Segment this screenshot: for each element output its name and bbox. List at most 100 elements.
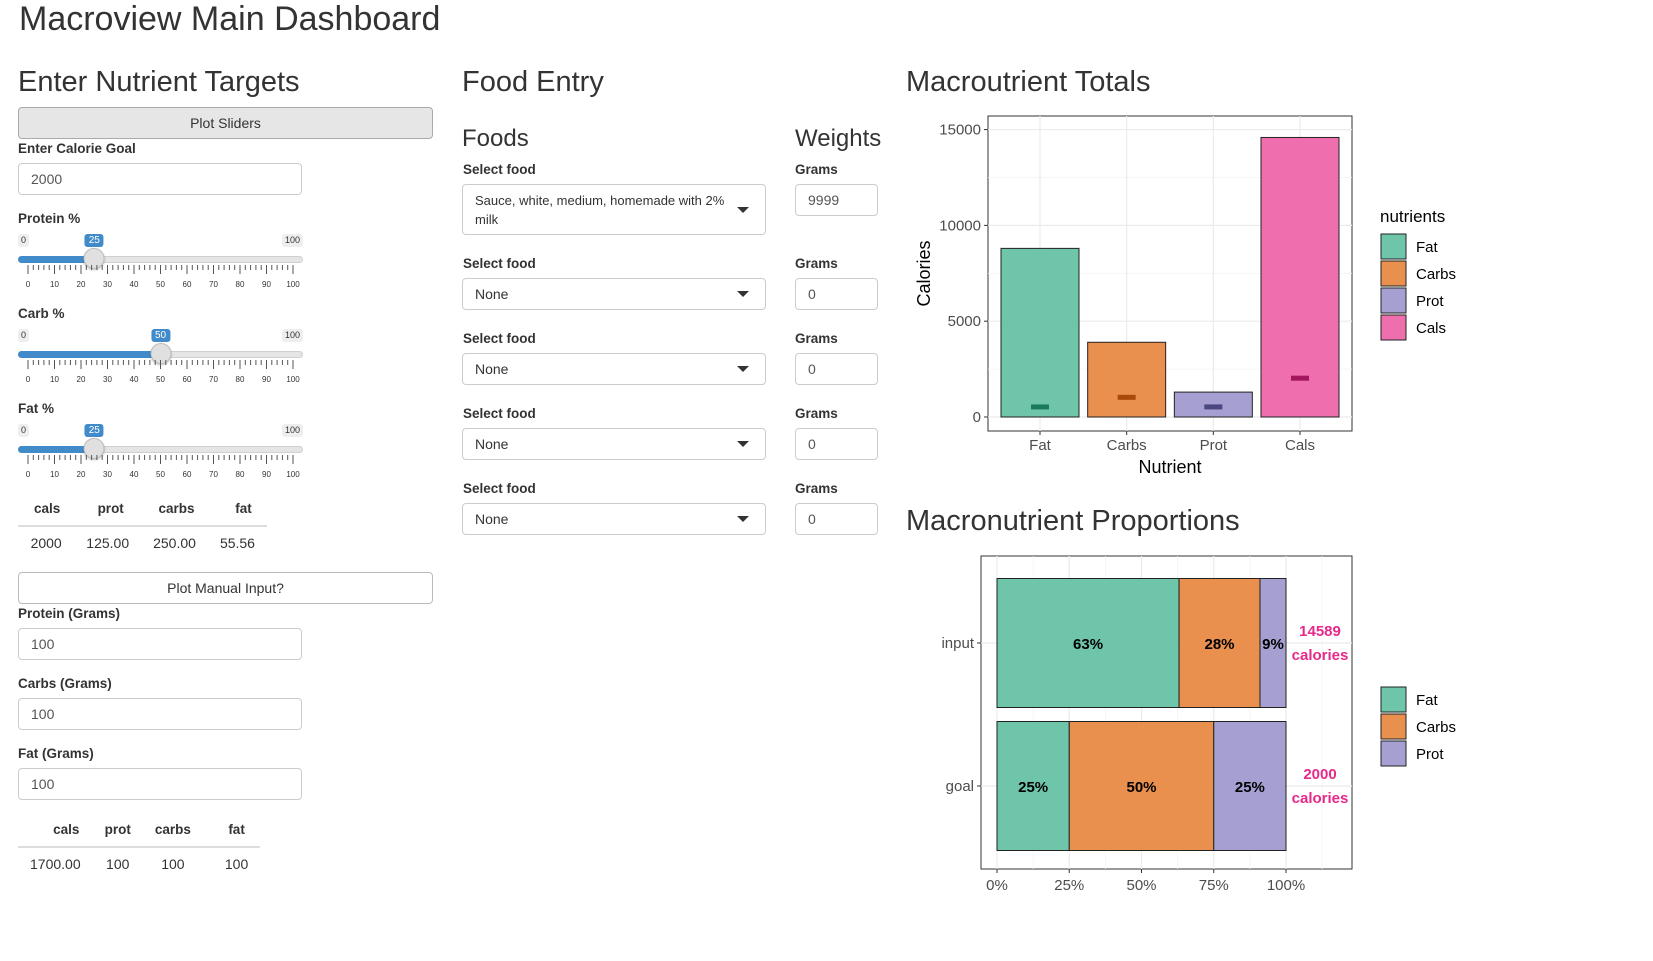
goal-marker [1117, 394, 1136, 400]
slider-value-badge: 50 [150, 329, 171, 342]
legend-label: Fat [1416, 692, 1439, 709]
select-food-label: Select food [463, 256, 536, 271]
food-select-5[interactable]: None [462, 503, 766, 535]
fat-grams-input[interactable]: 100 [18, 768, 302, 800]
manual-summary-table: cals prot carbs fat 1700.00 100 100 100 [18, 822, 261, 872]
carbs-grams-label: Carbs (Grams) [18, 676, 112, 691]
bar-cals [1260, 136, 1340, 418]
goal-marker [1291, 375, 1309, 381]
proportions-heading: Macronutrient Proportions [906, 505, 1240, 537]
carbs-grams-input[interactable]: 100 [18, 698, 302, 730]
slider-tick-label: 30 [103, 280, 112, 289]
slider-tick-label: 20 [76, 470, 86, 479]
chevron-down-icon [737, 516, 749, 522]
proportions-chart: 63% 28% 9% 14589 calories input 25% 50% 25% 2000 c… [941, 555, 1456, 894]
table-cell: 125.00 [86, 535, 130, 551]
x-tick-label: Prot [1200, 437, 1228, 454]
x-tick-label: 0% [986, 877, 1008, 894]
food-select-value: None [475, 436, 509, 452]
slider-value-badge: 25 [84, 424, 104, 437]
slider-tick-label: 70 [209, 280, 218, 289]
grams-label: Grams [795, 162, 838, 177]
calorie-label: 2000 [1303, 766, 1336, 783]
food-select-value: Sauce, white, medium, homemade with 2% m… [475, 192, 725, 227]
segment-label: 63% [1073, 636, 1103, 653]
slider-max-label: 100 [281, 234, 303, 247]
food-select-value: None [475, 286, 509, 302]
calorie-goal-input[interactable]: 2000 [18, 163, 302, 195]
protein-slider-label: Protein % [18, 211, 81, 226]
slider-tick-label: 20 [76, 280, 86, 289]
slider-tick-label: 100 [286, 470, 300, 479]
slider-tick-label: 100 [286, 280, 300, 289]
legend-title: nutrients [1380, 207, 1445, 226]
y-axis-label: Calories [914, 240, 934, 306]
fat-slider-label: Fat % [18, 401, 55, 416]
slider-tick-label: 40 [129, 280, 139, 289]
slider-tick-label: 10 [50, 470, 59, 479]
food-select-4[interactable]: None [462, 428, 766, 460]
grams-input-1[interactable]: 9999 [795, 184, 878, 216]
food-select-1[interactable]: Sauce, white, medium, homemade with 2% m… [462, 184, 766, 235]
grams-input-4[interactable]: 0 [795, 428, 878, 460]
slider-tick-label: 40 [129, 375, 139, 384]
slider-tick-label: 0 [25, 470, 31, 479]
select-food-label: Select food [463, 481, 536, 496]
grams-input-2[interactable]: 0 [795, 278, 878, 310]
slider-min-label: 0 [18, 424, 30, 437]
slider-tick-label: 80 [235, 280, 245, 289]
legend-key [1380, 686, 1407, 713]
legend-key [1380, 233, 1407, 260]
legend-key [1380, 260, 1407, 287]
slider-tick-label: 30 [103, 470, 112, 479]
calorie-label: calories [1292, 790, 1349, 807]
plot-sliders-button[interactable]: Plot Sliders [18, 107, 433, 139]
segment-label: 50% [1126, 779, 1156, 796]
slider-tick-label: 60 [182, 280, 192, 289]
chevron-down-icon [737, 206, 749, 213]
table-row: 2000 125.00 250.00 55.56 [18, 526, 267, 551]
grams-label: Grams [795, 331, 838, 346]
table-header: fat [207, 501, 267, 527]
protein-grams-input[interactable]: 100 [18, 628, 302, 660]
segment-label: 9% [1262, 636, 1284, 653]
food-entry-heading: Food Entry [462, 66, 604, 98]
totals-chart: Fat Carbs Prot Cals 0 5000 10000 15000 Nutrient C… [914, 115, 1456, 477]
segment-label: 25% [1018, 779, 1048, 796]
chevron-down-icon [737, 441, 749, 447]
select-food-label: Select food [463, 331, 536, 346]
slider-max-label: 100 [281, 329, 303, 342]
targets-heading: Enter Nutrient Targets [18, 66, 300, 98]
y-tick-label: 10000 [939, 217, 981, 234]
fat-slider[interactable]: 0 100 25 0 10 20 30 40 50 60 70 80 90 100 [18, 424, 303, 486]
slider-tick-label: 90 [262, 470, 271, 479]
food-select-3[interactable]: None [462, 353, 766, 385]
grams-input-5[interactable]: 0 [795, 503, 878, 535]
legend-key [1380, 713, 1407, 740]
calorie-label: calories [1292, 647, 1349, 664]
y-tick-label: goal [946, 778, 974, 795]
select-food-label: Select food [463, 162, 536, 177]
table-header: cals [18, 501, 75, 527]
y-tick-label: 5000 [948, 313, 981, 330]
slider-tick-label: 60 [182, 375, 192, 384]
grams-label: Grams [795, 481, 838, 496]
plot-manual-input-button[interactable]: Plot Manual Input? [18, 572, 433, 604]
x-tick-label: 75% [1199, 877, 1229, 894]
carb-slider[interactable]: 0 100 50 0 10 20 30 40 50 60 70 80 90 100 [18, 329, 303, 391]
table-header: carbs [141, 501, 208, 527]
totals-heading: Macroutrient Totals [906, 66, 1151, 98]
legend-label: Fat [1416, 239, 1439, 256]
slider-max-label: 100 [281, 424, 303, 437]
food-select-2[interactable]: None [462, 278, 766, 310]
grams-label: Grams [795, 256, 838, 271]
legend-label: Carbs [1416, 266, 1456, 283]
calorie-goal-label: Enter Calorie Goal [18, 141, 136, 156]
x-tick-label: Cals [1285, 437, 1315, 454]
x-axis-label: Nutrient [1138, 457, 1201, 477]
table-header: cals [18, 822, 93, 848]
segment-label: 28% [1205, 636, 1235, 653]
protein-slider[interactable]: 0 100 25 0 10 20 30 40 50 60 70 80 90 100 [18, 234, 303, 296]
grams-input-3[interactable]: 0 [795, 353, 878, 385]
goal-marker [1204, 404, 1223, 410]
